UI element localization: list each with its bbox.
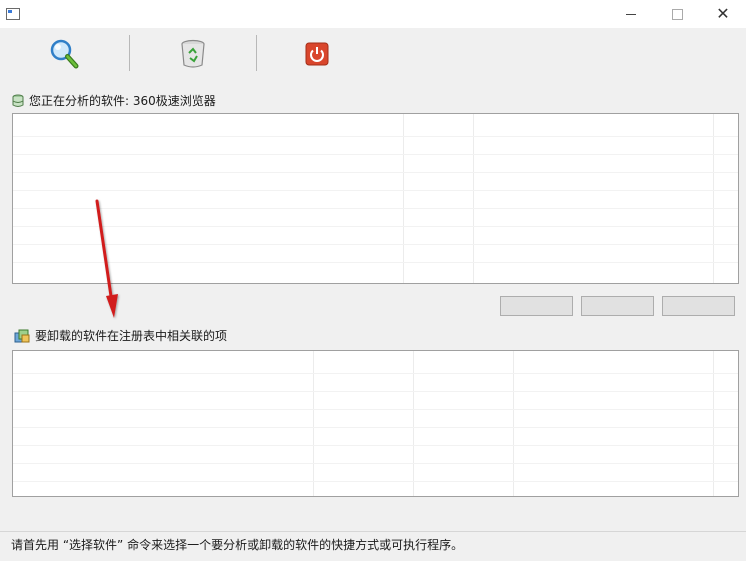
close-button[interactable]: ✕ bbox=[700, 0, 746, 28]
close-icon: ✕ bbox=[716, 4, 730, 23]
grid-line bbox=[13, 481, 738, 482]
action-button-1[interactable] bbox=[500, 296, 573, 316]
grid-line bbox=[13, 244, 738, 245]
uninstall-button[interactable] bbox=[175, 36, 211, 72]
grid-line bbox=[13, 409, 738, 410]
app-icon bbox=[6, 8, 20, 20]
status-text: 请首先用 “选择软件” 命令来选择一个要分析或卸载的软件的快捷方式或可执行程序。 bbox=[11, 538, 464, 552]
select-software-button[interactable] bbox=[46, 36, 82, 72]
registry-listview[interactable] bbox=[12, 350, 739, 497]
grid-line bbox=[13, 190, 738, 191]
exit-button[interactable] bbox=[299, 36, 335, 72]
grid-line bbox=[13, 262, 738, 263]
status-bar: 请首先用 “选择软件” 命令来选择一个要分析或卸载的软件的快捷方式或可执行程序。 bbox=[0, 531, 746, 561]
grid-line bbox=[13, 154, 738, 155]
grid-line bbox=[13, 172, 738, 173]
column-divider bbox=[713, 114, 714, 283]
grid-line bbox=[13, 226, 738, 227]
maximize-button[interactable] bbox=[654, 0, 700, 28]
grid-line bbox=[13, 373, 738, 374]
database-icon bbox=[12, 94, 24, 107]
toolbar bbox=[0, 28, 746, 80]
action-button-2[interactable] bbox=[581, 296, 654, 316]
registry-section-label: 要卸载的软件在注册表中相关联的项 bbox=[14, 327, 227, 344]
analysis-listview[interactable] bbox=[12, 113, 739, 284]
minimize-button[interactable] bbox=[608, 0, 654, 28]
search-icon bbox=[50, 39, 79, 69]
analysis-label-text: 您正在分析的软件: 360极速浏览器 bbox=[29, 94, 216, 108]
column-divider bbox=[403, 114, 404, 283]
toolbar-separator bbox=[129, 35, 130, 71]
grid-line bbox=[13, 445, 738, 446]
power-icon bbox=[305, 42, 329, 66]
maximize-icon bbox=[671, 8, 683, 20]
column-divider bbox=[473, 114, 474, 283]
grid-line bbox=[13, 208, 738, 209]
grid-line bbox=[13, 136, 738, 137]
grid-line bbox=[13, 427, 738, 428]
registry-label-text: 要卸载的软件在注册表中相关联的项 bbox=[35, 329, 228, 343]
minimize-icon bbox=[626, 13, 636, 15]
toolbar-separator bbox=[256, 35, 257, 71]
recycle-bin-icon bbox=[181, 39, 205, 68]
action-button-3[interactable] bbox=[662, 296, 735, 316]
grid-line bbox=[13, 463, 738, 464]
grid-line bbox=[13, 391, 738, 392]
title-bar: ✕ bbox=[0, 0, 746, 28]
analysis-section-label: 您正在分析的软件: 360极速浏览器 bbox=[12, 92, 216, 109]
registry-icon bbox=[14, 329, 30, 342]
